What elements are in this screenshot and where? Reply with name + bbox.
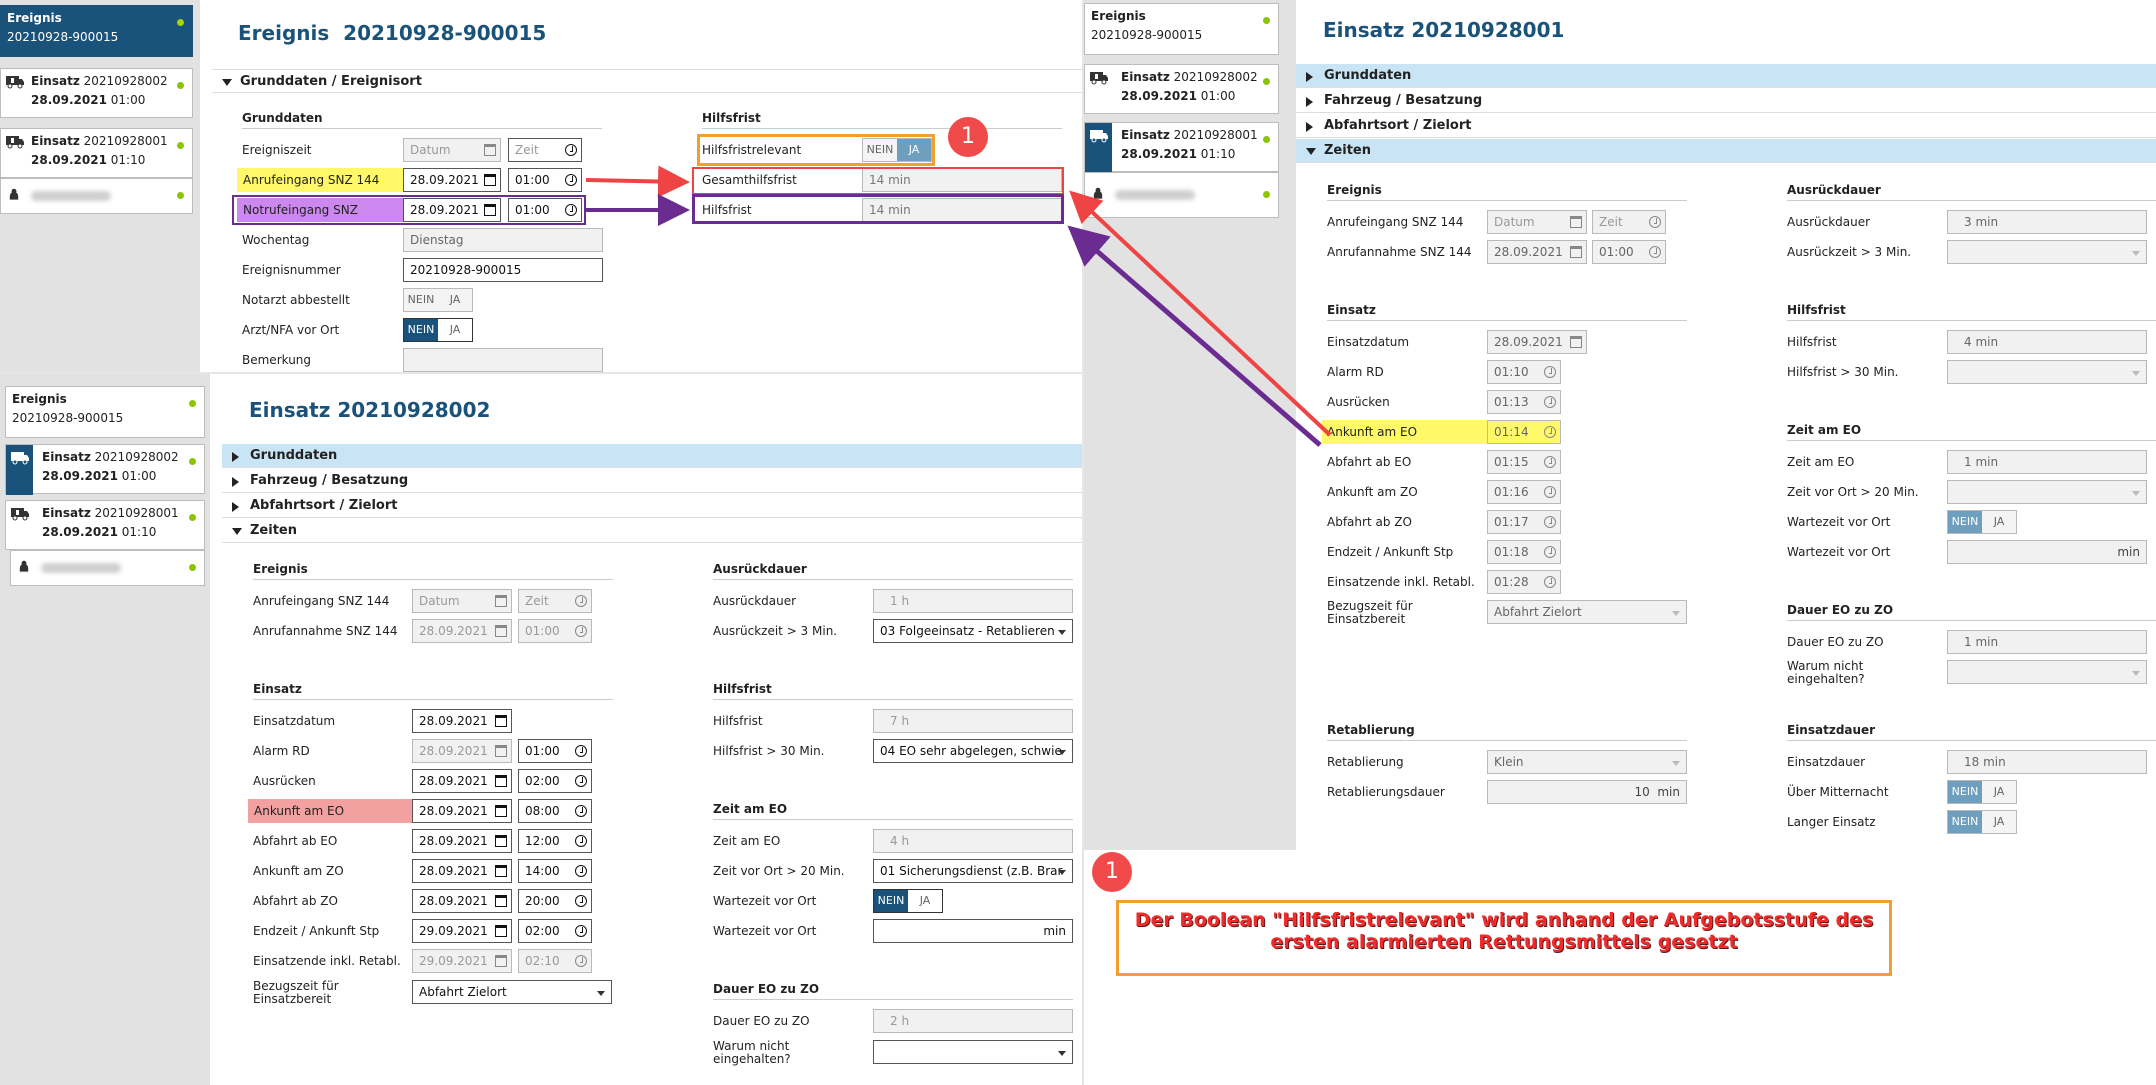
arrow-purple-ankunft	[1067, 225, 1322, 447]
annotation-note: Der Boolean "Hilfsfristrelevant" wird an…	[1116, 900, 1892, 976]
annotation-marker: 1	[1092, 852, 1132, 892]
arrow-red-anruf	[585, 165, 690, 198]
arrow-red-ankunft	[1069, 190, 1332, 437]
